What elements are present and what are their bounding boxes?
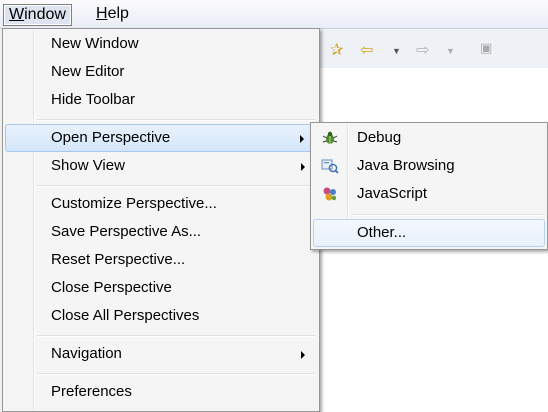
submenu-item-javascript[interactable]: JavaScript	[313, 181, 545, 207]
menu-item-label: Customize Perspective...	[51, 195, 217, 212]
menu-help[interactable]: Help	[91, 4, 134, 24]
menu-item-label: Close All Perspectives	[51, 307, 200, 324]
submenu-item-debug[interactable]: Debug	[313, 125, 545, 151]
menu-separator	[37, 119, 315, 121]
pin-icon[interactable]: ✰	[330, 40, 343, 60]
menu-help-label: elp	[107, 5, 129, 22]
submenu-item-label: JavaScript	[357, 185, 428, 202]
menu-item-label: New Editor	[51, 63, 125, 80]
menu-separator	[37, 373, 315, 375]
forward-arrow-icon[interactable]: ⇨	[416, 40, 429, 60]
menu-item-close-perspective[interactable]: Close Perspective	[5, 275, 317, 301]
menu-item-show-view[interactable]: Show View	[5, 153, 317, 179]
menu-item-label: Navigation	[51, 345, 122, 362]
java-browsing-icon	[321, 159, 339, 174]
submenu-item-label: Debug	[357, 129, 402, 146]
menu-item-hide-toolbar[interactable]: Hide Toolbar	[5, 87, 317, 113]
menu-window[interactable]: Window	[3, 4, 72, 26]
submenu-item-java-browsing[interactable]: Java Browsing	[313, 153, 545, 179]
menu-window-mnemonic: W	[9, 6, 25, 23]
menu-item-label: New Window	[51, 35, 139, 52]
menu-item-new-editor[interactable]: New Editor	[5, 59, 317, 85]
open-perspective-submenu: Debug Java Browsing JavaScript Other...	[310, 122, 548, 250]
javascript-icon	[323, 187, 337, 201]
restore-icon[interactable]: ▣	[480, 40, 492, 56]
menu-bar: Window Help	[0, 0, 548, 29]
menu-item-save-perspective-as[interactable]: Save Perspective As...	[5, 219, 317, 245]
menu-item-label: Hide Toolbar	[51, 91, 135, 108]
submenu-item-label: Java Browsing	[357, 157, 455, 174]
dropdown-icon[interactable]: ▼	[392, 46, 401, 56]
menu-separator	[37, 335, 315, 337]
menu-item-reset-perspective[interactable]: Reset Perspective...	[5, 247, 317, 273]
back-arrow-icon[interactable]: ⇦	[360, 40, 373, 60]
menu-item-label: Close Perspective	[51, 279, 172, 296]
menu-item-customize-perspective[interactable]: Customize Perspective...	[5, 191, 317, 217]
menu-item-label: Reset Perspective...	[51, 251, 186, 268]
menu-help-mnemonic: H	[96, 5, 108, 22]
submenu-item-other[interactable]: Other...	[313, 219, 545, 247]
window-menu: New Window New Editor Hide Toolbar Open …	[2, 28, 320, 412]
submenu-arrow-icon	[300, 135, 304, 143]
menu-separator	[37, 185, 315, 187]
menu-item-label: Preferences	[51, 383, 132, 400]
menu-window-label: indow	[24, 6, 66, 23]
menu-item-label: Save Perspective As...	[51, 223, 202, 240]
bug-icon	[322, 131, 338, 144]
dropdown-icon[interactable]: ▼	[446, 46, 455, 56]
menu-item-open-perspective[interactable]: Open Perspective	[5, 124, 317, 152]
menu-item-label: Show View	[51, 157, 125, 174]
submenu-arrow-icon	[301, 351, 305, 359]
menu-item-navigation[interactable]: Navigation	[5, 341, 317, 367]
menu-item-preferences[interactable]: Preferences	[5, 379, 317, 405]
submenu-arrow-icon	[301, 163, 305, 171]
submenu-item-label: Other...	[357, 224, 407, 241]
menu-item-close-all-perspectives[interactable]: Close All Perspectives	[5, 303, 317, 329]
submenu-separator	[351, 214, 543, 216]
menu-item-new-window[interactable]: New Window	[5, 31, 317, 57]
menu-item-label: Open Perspective	[51, 129, 171, 146]
